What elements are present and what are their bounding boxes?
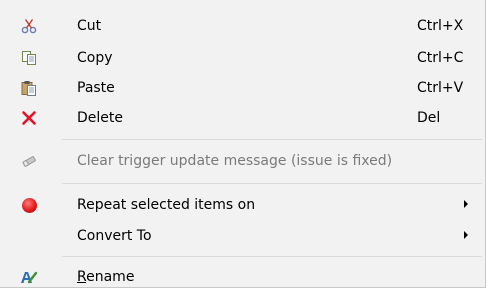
shortcut-label: Ctrl+V bbox=[417, 80, 464, 96]
menu-item-label: Clear trigger update message (issue is f… bbox=[77, 153, 393, 169]
menu-item-label: Repeat selected items on bbox=[77, 197, 256, 213]
menu-item-label: Paste bbox=[77, 80, 115, 96]
menu-separator bbox=[62, 183, 482, 184]
menu-item-paste[interactable]: Paste Ctrl+V bbox=[3, 76, 483, 100]
menu-item-copy[interactable]: Copy Ctrl+C bbox=[3, 46, 483, 70]
menu-separator bbox=[62, 256, 482, 257]
menu-separator bbox=[62, 139, 482, 140]
menu-item-clear-trigger: Clear trigger update message (issue is f… bbox=[3, 149, 483, 173]
menu-item-repeat-selected[interactable]: Repeat selected items on bbox=[3, 193, 483, 217]
menu-item-label: Copy bbox=[77, 50, 113, 66]
menu-item-label: Cut bbox=[77, 18, 102, 34]
menu-item-cut[interactable]: Cut Ctrl+X bbox=[3, 14, 483, 38]
shortcut-label: Ctrl+X bbox=[417, 18, 464, 34]
submenu-arrow-icon bbox=[464, 231, 468, 239]
menu-item-rename[interactable]: Rename bbox=[3, 265, 483, 289]
red-dot-icon bbox=[20, 195, 38, 215]
delete-icon bbox=[20, 108, 38, 128]
submenu-arrow-icon bbox=[464, 200, 468, 208]
menu-item-label: Convert To bbox=[77, 228, 152, 244]
menu-item-label: Rename bbox=[77, 268, 134, 286]
menu-item-delete[interactable]: Delete Del bbox=[3, 106, 483, 130]
scissors-icon bbox=[20, 16, 38, 36]
shortcut-label: Ctrl+C bbox=[417, 50, 464, 66]
rename-mnemonic: R bbox=[77, 269, 87, 285]
paste-icon bbox=[20, 78, 38, 98]
menu-item-convert-to[interactable]: Convert To bbox=[3, 224, 483, 248]
copy-icon bbox=[20, 48, 38, 68]
eraser-icon bbox=[20, 151, 38, 171]
rename-rest: ename bbox=[86, 269, 135, 285]
shortcut-label: Del bbox=[417, 110, 441, 126]
rename-icon bbox=[20, 267, 38, 287]
context-menu: Cut Ctrl+X Copy Ctrl+C Paste Ctrl+V Dele… bbox=[0, 0, 486, 288]
menu-item-label: Delete bbox=[77, 110, 123, 126]
